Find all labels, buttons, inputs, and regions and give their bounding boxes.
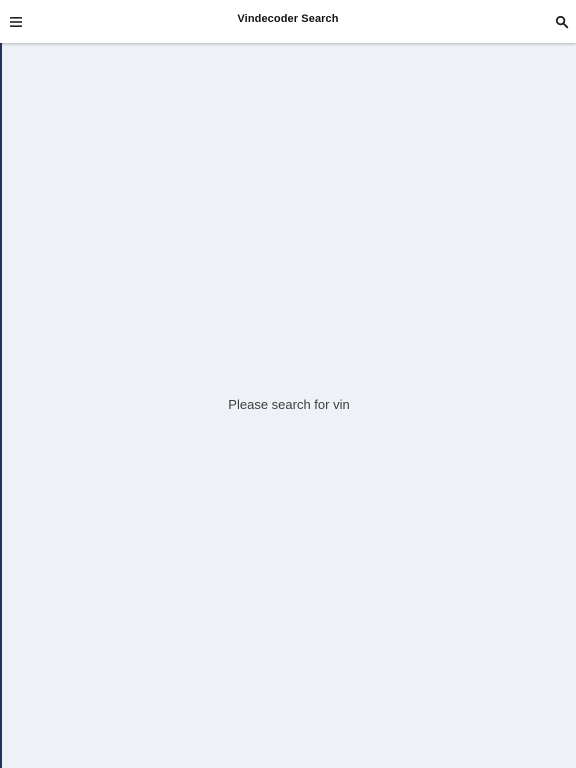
search-icon — [555, 15, 569, 29]
app-bar: Vindecoder Search — [0, 0, 576, 43]
empty-state-message: Please search for vin — [228, 397, 350, 412]
search-button[interactable] — [549, 9, 575, 35]
main-content: Please search for vin — [2, 43, 576, 768]
page-title: Vindecoder Search — [237, 13, 339, 25]
app-window: Vindecoder Search Please search for vin — [0, 0, 576, 768]
